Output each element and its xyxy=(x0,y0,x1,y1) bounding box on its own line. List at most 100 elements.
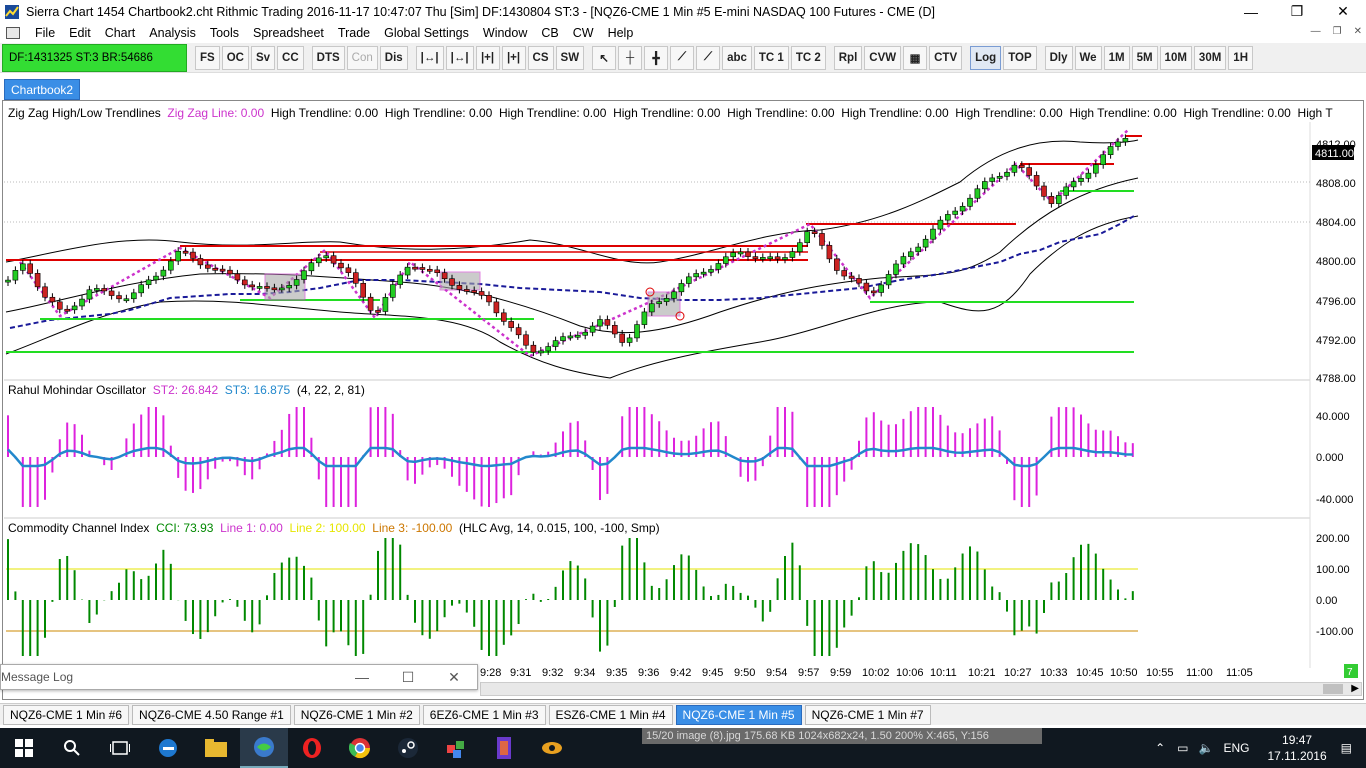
oc-button[interactable]: OC xyxy=(221,45,249,70)
candle-body xyxy=(375,310,381,313)
crosshair-icon[interactable]: ┼ xyxy=(618,45,643,70)
menu-cw[interactable]: CW xyxy=(566,26,601,40)
menu-cb[interactable]: CB xyxy=(534,26,565,40)
minimize-button[interactable]: — xyxy=(1228,0,1274,23)
line-tool-icon[interactable]: ⟋ xyxy=(670,45,695,70)
search-icon[interactable] xyxy=(48,728,96,768)
document-icon[interactable] xyxy=(6,27,20,39)
chart-tab-2[interactable]: NQZ6-CME 1 Min #2 xyxy=(293,704,420,725)
mdi-close-button[interactable]: ✕ xyxy=(1354,26,1362,37)
top-button[interactable]: TOP xyxy=(1003,45,1037,70)
candle-body xyxy=(1004,172,1010,177)
menu-global-settings[interactable]: Global Settings xyxy=(377,26,476,40)
candle-body xyxy=(530,344,537,353)
menu-chart[interactable]: Chart xyxy=(98,26,143,40)
scroll-left-icon[interactable]: |+| xyxy=(475,45,500,70)
fs-button[interactable]: FS xyxy=(195,45,220,70)
chart-tab-3[interactable]: 6EZ6-CME 1 Min #3 xyxy=(422,704,546,725)
compress-bars-icon[interactable]: |↔| xyxy=(445,45,474,70)
candle-body xyxy=(249,284,255,288)
task-view-icon[interactable] xyxy=(96,728,144,768)
start-windows-icon[interactable] xyxy=(0,728,48,768)
tc1-button[interactable]: TC 1 xyxy=(753,45,789,70)
menu-analysis[interactable]: Analysis xyxy=(142,26,203,40)
message-log-maximize[interactable]: ☐ xyxy=(385,669,431,686)
candle-body xyxy=(160,269,167,277)
clock[interactable]: 19:47 17.11.2016 xyxy=(1267,732,1326,764)
sw-button[interactable]: SW xyxy=(555,45,585,70)
close-button[interactable]: ✕ xyxy=(1320,0,1366,23)
chart-scrollbar[interactable]: ▶ xyxy=(480,682,1362,696)
cursor-crosshair-icon[interactable]: ╋ xyxy=(644,45,669,70)
tray-chevron-icon[interactable]: ⌃ xyxy=(1155,741,1165,755)
candle-body xyxy=(1115,141,1121,147)
1m-button[interactable]: 1M xyxy=(1103,45,1130,70)
app-boxes-icon[interactable] xyxy=(432,728,480,768)
ctv-button[interactable]: CTV xyxy=(929,45,963,70)
sv-button[interactable]: Sv xyxy=(250,45,276,70)
edge-browser-icon[interactable] xyxy=(144,728,192,768)
candle-body xyxy=(730,252,737,258)
menu-file[interactable]: File xyxy=(28,26,62,40)
chart-tab-1[interactable]: NQZ6-CME 4.50 Range #1 xyxy=(132,704,291,725)
volume-icon[interactable]: 🔈 xyxy=(1199,741,1214,755)
30m-button[interactable]: 30M xyxy=(1193,45,1227,70)
maximize-button[interactable]: ❐ xyxy=(1274,0,1320,23)
abc-button[interactable]: abc xyxy=(722,45,752,70)
steam-icon[interactable] xyxy=(384,728,432,768)
language-indicator[interactable]: ENG xyxy=(1223,741,1249,755)
file-explorer-icon[interactable] xyxy=(192,728,240,768)
chrome-icon[interactable] xyxy=(336,728,384,768)
menu-edit[interactable]: Edit xyxy=(62,26,98,40)
dis-button[interactable]: Dis xyxy=(379,45,408,70)
menu-spreadsheet[interactable]: Spreadsheet xyxy=(246,26,331,40)
cvw-button[interactable]: CVW xyxy=(864,45,902,70)
app-purple-icon[interactable] xyxy=(480,728,528,768)
image-viewer-status-strip: 15/20 image (8).jpg 175.68 KB 1024x682x2… xyxy=(642,728,1042,744)
action-center-icon[interactable]: ▤ xyxy=(1341,741,1352,755)
chart-region[interactable]: Zig Zag High/Low Trendlines Zig Zag Line… xyxy=(0,102,1366,682)
message-log-minimize[interactable]: — xyxy=(339,669,385,685)
trade-window-icon[interactable]: ▦ xyxy=(903,45,928,70)
scroll-right-icon[interactable]: |+| xyxy=(501,45,526,70)
chart-tab-6[interactable]: NQZ6-CME 1 Min #7 xyxy=(804,704,931,725)
rpl-button[interactable]: Rpl xyxy=(833,45,863,70)
candle-body xyxy=(796,242,803,253)
expand-bars-icon[interactable]: |↔| xyxy=(415,45,444,70)
message-log-window[interactable]: Message Log — ☐ ✕ xyxy=(0,664,478,690)
cs-button[interactable]: CS xyxy=(527,45,554,70)
weekly-button[interactable]: We xyxy=(1074,45,1102,70)
menu-tools[interactable]: Tools xyxy=(203,26,246,40)
sierra-chart-taskbar-icon[interactable] xyxy=(240,728,288,768)
chartbook-tab[interactable]: Chartbook2 xyxy=(4,79,81,100)
time-label: 10:06 xyxy=(896,667,924,679)
chart-svg[interactable]: 4812.00 4808.00 4804.00 4800.00 4796.00 … xyxy=(0,102,1366,682)
network-icon[interactable]: ▭ xyxy=(1177,741,1188,755)
message-log-close[interactable]: ✕ xyxy=(431,669,477,686)
con-button[interactable]: Con xyxy=(346,45,378,70)
dts-button[interactable]: DTS xyxy=(311,45,345,70)
app-eye-icon[interactable] xyxy=(528,728,576,768)
chart-tab-0[interactable]: NQZ6-CME 1 Min #6 xyxy=(3,704,130,725)
menu-trade[interactable]: Trade xyxy=(331,26,377,40)
pointer-icon[interactable]: ↖ xyxy=(592,45,617,70)
ray-tool-icon[interactable]: ⟋ xyxy=(696,45,721,70)
1h-button[interactable]: 1H xyxy=(1228,45,1253,70)
chart-tab-4[interactable]: ESZ6-CME 1 Min #4 xyxy=(548,704,673,725)
menu-help[interactable]: Help xyxy=(601,26,641,40)
svg-text:7: 7 xyxy=(1347,667,1353,678)
daily-button[interactable]: Dly xyxy=(1044,45,1073,70)
log-button[interactable]: Log xyxy=(970,45,1002,70)
opera-icon[interactable] xyxy=(288,728,336,768)
tc2-button[interactable]: TC 2 xyxy=(790,45,826,70)
chart-tab-5[interactable]: NQZ6-CME 1 Min #5 xyxy=(675,704,802,725)
menu-window[interactable]: Window xyxy=(476,26,534,40)
mdi-restore-button[interactable]: ❐ xyxy=(1333,26,1342,37)
candle-body xyxy=(981,181,988,190)
5m-button[interactable]: 5M xyxy=(1131,45,1158,70)
10m-button[interactable]: 10M xyxy=(1159,45,1192,70)
candle-body xyxy=(168,260,174,271)
mdi-minimize-button[interactable]: — xyxy=(1311,26,1321,37)
cc-button[interactable]: CC xyxy=(277,45,304,70)
candle-body xyxy=(952,210,959,215)
